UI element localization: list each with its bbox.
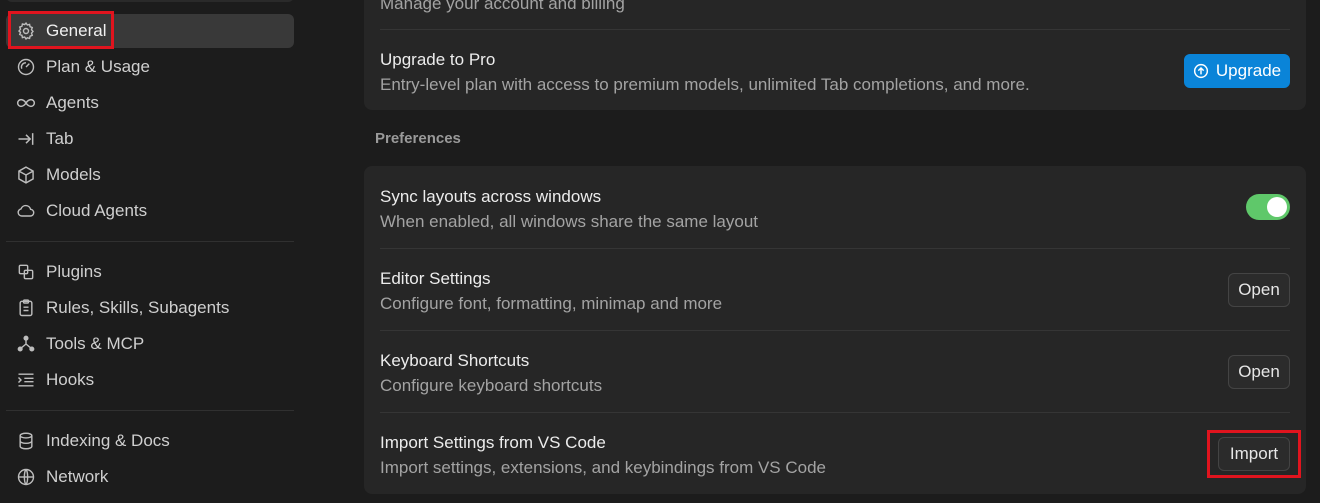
- preferences-card: Sync layouts across windows When enabled…: [364, 166, 1306, 494]
- gauge-icon: [16, 57, 36, 77]
- clipboard-icon: [16, 298, 36, 318]
- account-card: Manage your account and billing Upgrade …: [364, 0, 1306, 110]
- sidebar-item-models[interactable]: Models: [6, 158, 294, 192]
- sidebar-item-label: Cloud Agents: [46, 201, 148, 220]
- cloud-icon: [16, 201, 36, 221]
- settings-main: Manage your account and billing Upgrade …: [305, 0, 1320, 503]
- sidebar-item-label: Models: [46, 165, 101, 184]
- sidebar-item-tools-mcp[interactable]: Tools & MCP: [6, 327, 294, 361]
- sidebar-item-general[interactable]: General: [6, 14, 294, 48]
- sidebar-item-label: Indexing & Docs: [46, 431, 170, 450]
- sidebar-item-indexing-docs[interactable]: Indexing & Docs: [6, 424, 294, 458]
- cube-icon: [16, 165, 36, 185]
- arrow-up-circle-icon: [1193, 63, 1208, 79]
- database-icon: [16, 431, 36, 451]
- keyboard-shortcuts-open-button[interactable]: Open: [1228, 355, 1290, 389]
- sidebar-divider: [6, 410, 294, 411]
- sidebar-divider: [6, 241, 294, 242]
- import-button[interactable]: Import: [1218, 437, 1290, 471]
- sidebar-item-label: Tools & MCP: [46, 334, 145, 353]
- network-nodes-icon: [16, 334, 36, 354]
- sidebar-item-label: Plan & Usage: [46, 57, 150, 76]
- sidebar-item-cloud-agents[interactable]: Cloud Agents: [6, 194, 294, 228]
- editor-settings-title: Editor Settings: [380, 269, 491, 288]
- gear-icon: [16, 21, 36, 41]
- tab-arrow-icon: [16, 129, 36, 149]
- sidebar-item-label: Plugins: [46, 262, 102, 281]
- account-desc: Manage your account and billing: [380, 0, 625, 13]
- editor-settings-open-button[interactable]: Open: [1228, 273, 1290, 307]
- infinity-icon: [16, 93, 36, 113]
- open-button-label: Open: [1238, 362, 1280, 381]
- sidebar-item-label: Network: [46, 467, 109, 486]
- sidebar-item-label: General: [46, 21, 107, 40]
- import-settings-desc: Import settings, extensions, and keybind…: [380, 458, 827, 477]
- row-divider: [380, 330, 1290, 331]
- sidebar-item-label: Tab: [46, 129, 74, 148]
- sidebar-item-plugins[interactable]: Plugins: [6, 255, 294, 289]
- sidebar-item-tab[interactable]: Tab: [6, 122, 294, 156]
- upgrade-title: Upgrade to Pro: [380, 50, 496, 69]
- import-settings-title: Import Settings from VS Code: [380, 433, 606, 452]
- toggle-knob: [1267, 197, 1287, 217]
- import-button-label: Import: [1229, 444, 1279, 463]
- keyboard-shortcuts-desc: Configure keyboard shortcuts: [380, 376, 603, 395]
- preferences-heading: Preferences: [375, 130, 461, 147]
- upgrade-button-label: Upgrade: [1215, 61, 1282, 80]
- sidebar-item-rules-skills-subagents[interactable]: Rules, Skills, Subagents: [6, 291, 294, 325]
- sync-layouts-title: Sync layouts across windows: [380, 187, 602, 206]
- sidebar-item-label: Rules, Skills, Subagents: [46, 298, 230, 317]
- sidebar-item-label: Hooks: [46, 370, 95, 389]
- globe-icon: [16, 467, 36, 487]
- keyboard-shortcuts-title: Keyboard Shortcuts: [380, 351, 530, 370]
- sidebar-item-plan-usage[interactable]: Plan & Usage: [6, 50, 294, 84]
- upgrade-desc: Entry-level plan with access to premium …: [380, 75, 1030, 94]
- row-divider: [380, 29, 1290, 30]
- row-divider: [380, 248, 1290, 249]
- editor-settings-desc: Configure font, formatting, minimap and …: [380, 294, 723, 313]
- sync-layouts-desc: When enabled, all windows share the same…: [380, 212, 758, 231]
- list-indent-icon: [16, 370, 36, 390]
- sidebar-item-agents[interactable]: Agents: [6, 86, 294, 120]
- sidebar-item-hooks[interactable]: Hooks: [6, 363, 294, 397]
- plugin-icon: [16, 262, 36, 282]
- sidebar-item-label: Agents: [46, 93, 99, 112]
- open-button-label: Open: [1238, 280, 1280, 299]
- sidebar: General Plan & Usage Agents Tab Models C…: [0, 0, 305, 503]
- sidebar-item-network[interactable]: Network: [6, 460, 294, 494]
- sync-layouts-toggle[interactable]: [1246, 194, 1290, 220]
- settings-window: General Plan & Usage Agents Tab Models C…: [0, 0, 1320, 503]
- sidebar-top-edge: [6, 0, 294, 2]
- row-divider: [380, 412, 1290, 413]
- upgrade-button[interactable]: Upgrade: [1184, 54, 1290, 88]
